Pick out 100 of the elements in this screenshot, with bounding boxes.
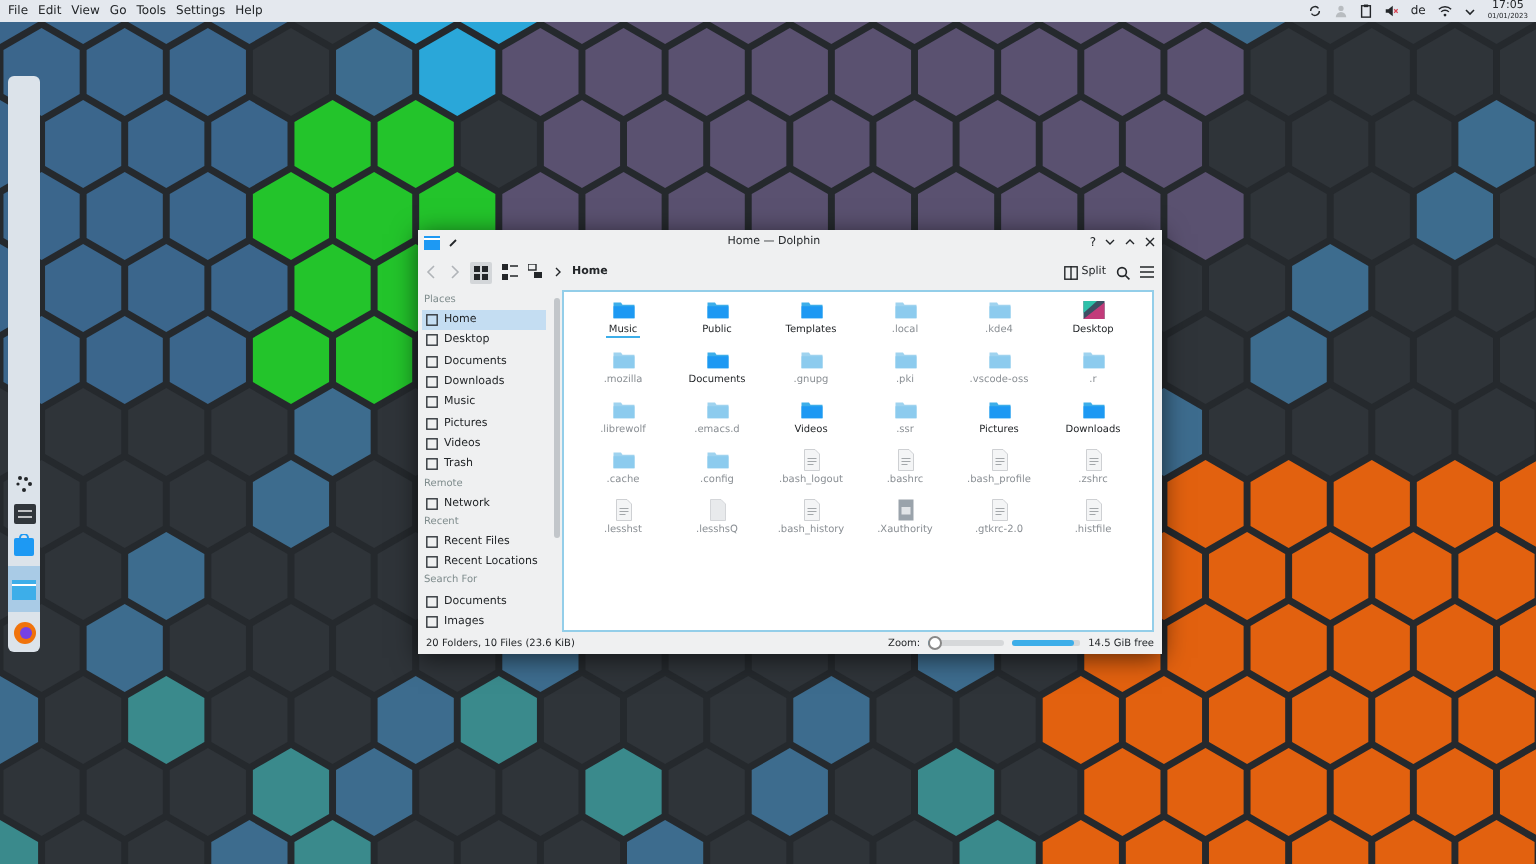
hexagon-tile — [336, 604, 413, 692]
hexagon-tile — [793, 100, 870, 188]
hexagon-tile — [1001, 748, 1078, 836]
hexagon-tile — [211, 244, 288, 332]
file-icon[interactable] — [1081, 498, 1105, 522]
search-icon[interactable] — [1116, 265, 1130, 279]
browser-icon[interactable] — [13, 622, 35, 644]
folder-icon[interactable] — [1081, 398, 1105, 422]
forward-icon[interactable] — [448, 264, 460, 280]
close-icon[interactable] — [1144, 236, 1156, 248]
user-icon[interactable] — [1334, 4, 1349, 18]
hexagon-tile — [169, 748, 246, 836]
folder-icon[interactable] — [611, 298, 635, 322]
hexagon-tile — [86, 28, 163, 116]
hexagon-tile — [86, 316, 163, 404]
menu-icon[interactable] — [1140, 266, 1154, 278]
hexagon-tile — [834, 28, 912, 116]
folder-icon[interactable] — [987, 398, 1011, 422]
hexagon-tile — [460, 100, 537, 188]
sync-icon[interactable] — [1308, 4, 1323, 18]
hexagon-tile — [211, 388, 288, 476]
folder-icon[interactable] — [893, 398, 917, 422]
folder-icon[interactable] — [705, 298, 729, 322]
speaker-icon[interactable] — [1384, 4, 1399, 18]
hexagon-tile — [1167, 172, 1244, 260]
launcher-icon[interactable] — [14, 474, 34, 494]
hexagon-tile — [45, 100, 122, 188]
folder-icon[interactable] — [611, 398, 635, 422]
hexagon-tile — [1208, 100, 1286, 188]
hexagon-tile — [918, 748, 995, 836]
hexagon-tile — [419, 28, 496, 116]
hexagon-tile — [1250, 172, 1327, 260]
hexagon-tile — [1167, 316, 1244, 404]
hexagon-tile — [876, 100, 953, 188]
hexagon-tile — [1125, 676, 1203, 764]
folder-icon[interactable] — [799, 398, 823, 422]
hexagon-tile — [211, 532, 288, 620]
hexagon-tile — [86, 748, 163, 836]
hexagon-tile — [1375, 244, 1452, 332]
hexagon-tile — [1250, 28, 1327, 116]
hexagon-tile — [1167, 748, 1244, 836]
folder-icon[interactable] — [799, 298, 823, 322]
compact-view-icon[interactable] — [502, 264, 518, 280]
hexagon-tile — [876, 676, 953, 764]
minimize-icon[interactable] — [1104, 236, 1116, 248]
hexagon-tile — [1458, 820, 1535, 864]
icons-view-icon[interactable] — [470, 261, 492, 283]
hexagon-tile — [710, 676, 787, 764]
folder-icon[interactable] — [705, 448, 729, 472]
file-manager-icon[interactable] — [12, 580, 36, 600]
hexagon-tile — [336, 316, 413, 404]
hexagon-tile — [1084, 28, 1161, 116]
hexagon-tile — [1375, 676, 1452, 764]
folder-icon[interactable] — [987, 348, 1011, 372]
hexagon-tile — [336, 460, 413, 548]
folder-icon[interactable] — [987, 298, 1011, 322]
hexagon-tile — [294, 244, 371, 332]
wallpaper-icon[interactable] — [1081, 298, 1105, 322]
hexagon-tile — [1208, 388, 1286, 476]
hexagon-tile — [86, 604, 163, 692]
hexagon-tile — [45, 388, 122, 476]
folder-icon[interactable] — [799, 348, 823, 372]
details-view-icon[interactable] — [528, 264, 544, 280]
file-icon[interactable] — [893, 498, 917, 522]
file-icon[interactable] — [705, 498, 729, 522]
folder-icon[interactable] — [1081, 348, 1105, 372]
hexagon-tile — [336, 748, 413, 836]
pin-icon[interactable] — [448, 237, 458, 247]
file-icon[interactable] — [987, 448, 1011, 472]
clipboard-icon[interactable] — [1360, 4, 1373, 18]
folder-icon[interactable] — [705, 398, 729, 422]
wifi-icon[interactable] — [1437, 4, 1452, 18]
hexagon-tile — [1499, 604, 1536, 692]
folder-icon[interactable] — [611, 448, 635, 472]
hexagon-tile — [128, 244, 205, 332]
hexagon-tile — [252, 172, 330, 260]
slider-handle[interactable] — [927, 635, 942, 649]
file-icon[interactable] — [611, 498, 635, 522]
caret-icon[interactable] — [1463, 5, 1476, 17]
hexagon-tile — [918, 28, 995, 116]
settings-icon[interactable] — [13, 504, 35, 524]
maximize-icon[interactable] — [1124, 236, 1136, 248]
folder-icon[interactable] — [705, 348, 729, 372]
hexagon-tile — [1333, 748, 1410, 836]
folder-icon[interactable] — [893, 298, 917, 322]
back-icon[interactable] — [426, 264, 438, 280]
file-icon[interactable] — [987, 498, 1011, 522]
hexagon-tile — [294, 532, 371, 620]
hexagon-tile — [1208, 532, 1286, 620]
store-bag-icon[interactable] — [14, 534, 34, 556]
file-icon[interactable] — [893, 448, 917, 472]
hexagon-tile — [1292, 676, 1369, 764]
file-icon[interactable] — [799, 498, 823, 522]
folder-icon[interactable] — [611, 348, 635, 372]
file-icon[interactable] — [1081, 448, 1105, 472]
hexagon-tile — [751, 28, 828, 116]
file-icon[interactable] — [799, 448, 823, 472]
folder-icon[interactable] — [893, 348, 917, 372]
hexagon-tile — [1250, 460, 1327, 548]
scrollbar[interactable] — [554, 298, 560, 538]
